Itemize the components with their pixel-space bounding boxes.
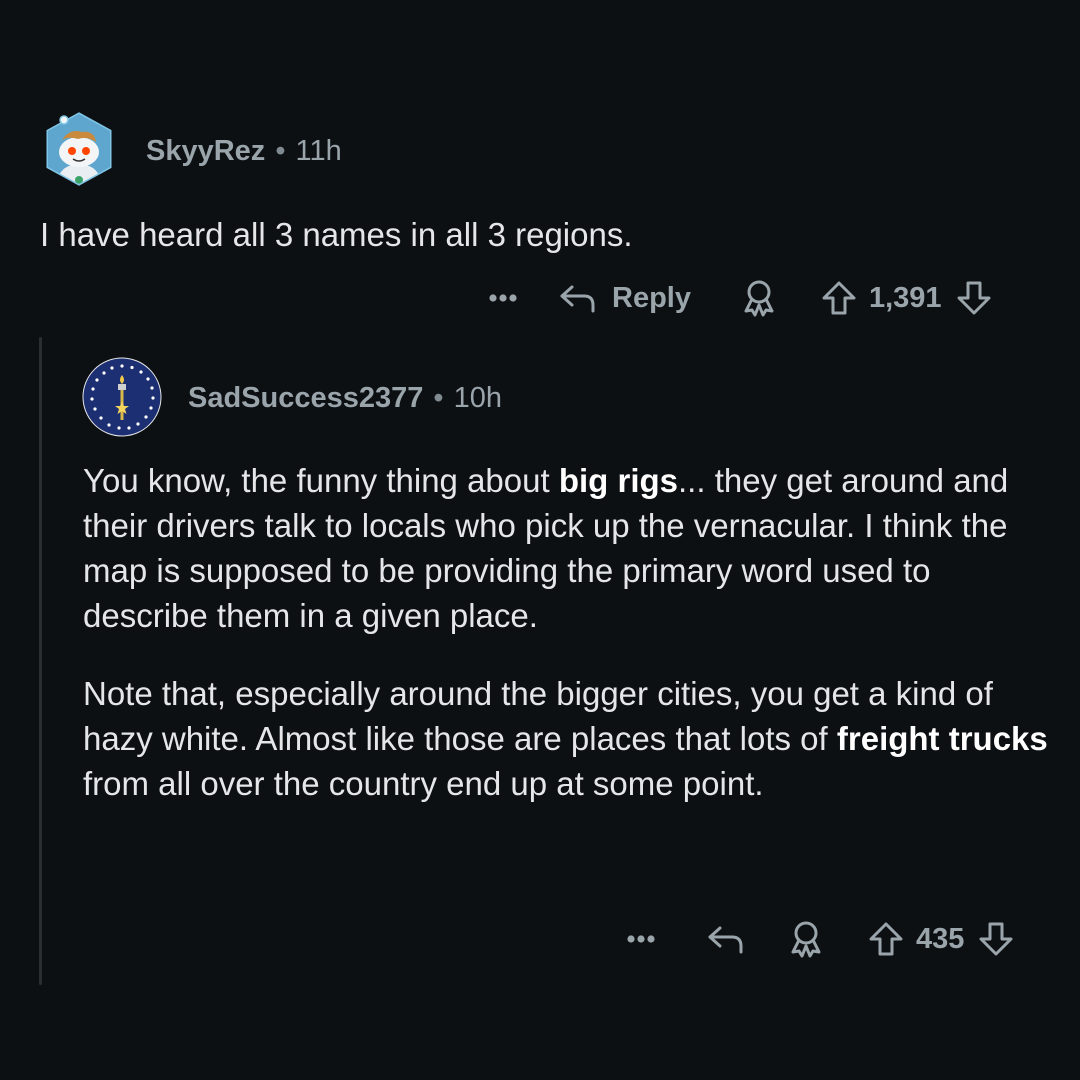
ellipsis-icon <box>489 294 517 302</box>
comment-meta: SkyyRez • 11h <box>146 131 342 171</box>
comment-actions: 435 <box>626 918 1014 960</box>
username[interactable]: SadSuccess2377 <box>188 382 423 414</box>
vote-score: 435 <box>916 922 965 955</box>
bold-text: big rigs <box>558 462 679 499</box>
downvote-button[interactable] <box>956 279 992 317</box>
award-icon <box>791 921 821 958</box>
comment-paragraph: You know, the funny thing about big rigs… <box>83 462 1009 634</box>
comment-body: I have heard all 3 names in all 3 region… <box>40 216 633 253</box>
timestamp: 11h <box>295 135 342 167</box>
award-icon <box>744 280 774 317</box>
ellipsis-icon <box>627 935 655 943</box>
arrow-down-icon <box>979 922 1013 956</box>
comment-actions: Reply 1,391 <box>488 277 992 319</box>
comment-body: You know, the funny thing about big rigs… <box>83 458 1058 806</box>
arrow-up-icon <box>869 922 903 956</box>
bold-text: freight trucks <box>836 720 1048 757</box>
thread-line[interactable] <box>39 337 42 985</box>
username[interactable]: SkyyRez <box>146 135 265 167</box>
meta-separator: • <box>275 135 286 167</box>
arrow-down-icon <box>957 281 991 315</box>
reply-arrow-icon <box>560 285 595 313</box>
downvote-button[interactable] <box>978 920 1014 958</box>
flag-emblem-avatar-icon <box>82 357 162 437</box>
reply-label: Reply <box>612 281 691 314</box>
vote-score: 1,391 <box>868 281 942 314</box>
vote-controls: 1,391 <box>821 279 992 317</box>
upvote-button[interactable] <box>821 279 857 317</box>
arrow-up-icon <box>822 281 856 315</box>
award-button[interactable] <box>788 919 824 959</box>
comment-meta: SadSuccess2377 • 10h <box>188 378 502 418</box>
meta-separator: • <box>433 382 444 414</box>
award-button[interactable] <box>741 278 777 318</box>
avatar[interactable] <box>42 112 116 186</box>
avatar[interactable] <box>82 357 162 437</box>
comment-paragraph: Note that, especially around the bigger … <box>83 675 1048 802</box>
snoo-avatar-icon <box>46 112 112 186</box>
timestamp: 10h <box>453 382 502 414</box>
reply-arrow-icon <box>708 926 743 954</box>
vote-controls: 435 <box>868 920 1014 958</box>
more-options-button[interactable] <box>626 934 656 944</box>
upvote-button[interactable] <box>868 920 904 958</box>
more-options-button[interactable] <box>488 293 518 303</box>
reply-button[interactable] <box>706 922 746 956</box>
reply-button[interactable]: Reply <box>558 281 691 315</box>
